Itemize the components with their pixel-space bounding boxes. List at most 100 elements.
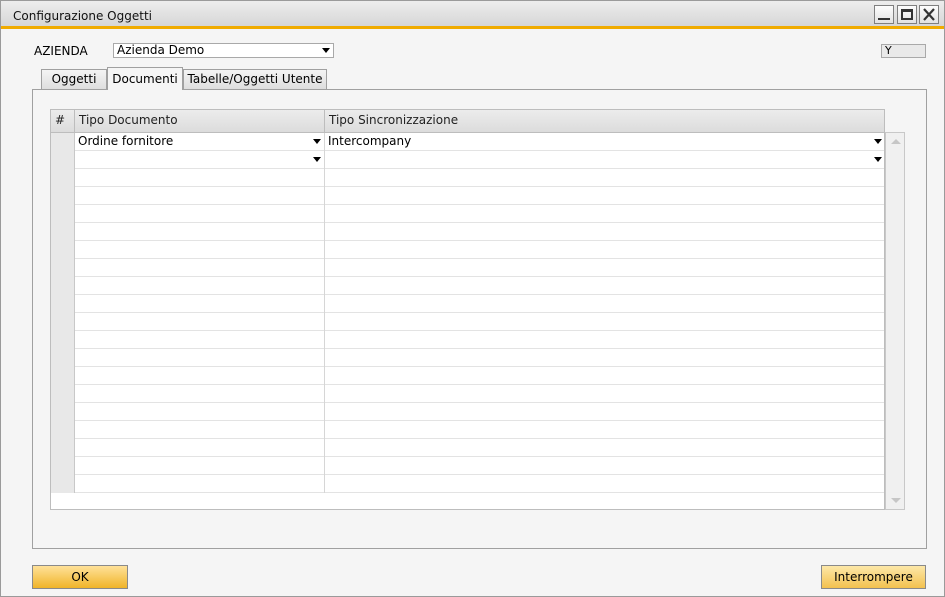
row-selector[interactable] <box>51 133 75 151</box>
scroll-up-icon[interactable] <box>891 139 901 144</box>
tipo-sincronizzazione-cell[interactable] <box>325 349 884 367</box>
table-row[interactable] <box>51 367 884 385</box>
tipo-documento-cell[interactable] <box>75 457 325 475</box>
row-selector[interactable] <box>51 259 75 277</box>
tab-tabelle-oggetti-utente[interactable]: Tabelle/Oggetti Utente <box>183 69 327 89</box>
scroll-down-icon[interactable] <box>891 498 901 503</box>
tipo-sincronizzazione-cell[interactable] <box>325 169 884 187</box>
tipo-documento-cell[interactable]: Ordine fornitore <box>75 133 325 151</box>
title-bar[interactable]: Configurazione Oggetti <box>1 1 944 29</box>
chevron-down-icon[interactable] <box>313 139 321 144</box>
table-row[interactable] <box>51 241 884 259</box>
tipo-sincronizzazione-cell[interactable] <box>325 187 884 205</box>
table-row[interactable]: Ordine fornitore Intercompany <box>51 133 884 151</box>
minimize-button[interactable] <box>874 5 894 24</box>
table-row[interactable] <box>51 277 884 295</box>
tab-documenti[interactable]: Documenti <box>107 67 183 90</box>
row-selector[interactable] <box>51 223 75 241</box>
table-row[interactable] <box>51 169 884 187</box>
table-row[interactable] <box>51 475 884 493</box>
row-selector[interactable] <box>51 439 75 457</box>
row-selector[interactable] <box>51 241 75 259</box>
row-selector[interactable] <box>51 385 75 403</box>
tipo-sincronizzazione-cell[interactable]: Intercompany <box>325 133 884 151</box>
table-row[interactable] <box>51 457 884 475</box>
tipo-sincronizzazione-cell[interactable] <box>325 457 884 475</box>
column-header-number[interactable]: # <box>51 110 75 133</box>
flag-field[interactable]: Y <box>881 44 926 58</box>
tab-oggetti[interactable]: Oggetti <box>41 69 107 89</box>
tipo-documento-cell[interactable] <box>75 367 325 385</box>
row-selector[interactable] <box>51 277 75 295</box>
tipo-sincronizzazione-cell[interactable] <box>325 151 884 169</box>
row-selector[interactable] <box>51 331 75 349</box>
tipo-documento-cell[interactable] <box>75 403 325 421</box>
tipo-documento-cell[interactable] <box>75 295 325 313</box>
cancel-button[interactable]: Interrompere <box>821 565 926 589</box>
row-selector[interactable] <box>51 205 75 223</box>
table-row[interactable] <box>51 223 884 241</box>
maximize-button[interactable] <box>897 5 917 24</box>
tipo-documento-cell[interactable] <box>75 421 325 439</box>
chevron-down-icon[interactable] <box>874 139 882 144</box>
row-selector[interactable] <box>51 367 75 385</box>
row-selector[interactable] <box>51 295 75 313</box>
tipo-documento-cell[interactable] <box>75 187 325 205</box>
tipo-sincronizzazione-cell[interactable] <box>325 205 884 223</box>
table-row[interactable] <box>51 259 884 277</box>
tipo-documento-cell[interactable] <box>75 169 325 187</box>
ok-button[interactable]: OK <box>32 565 128 589</box>
tipo-documento-cell[interactable] <box>75 439 325 457</box>
table-row[interactable] <box>51 385 884 403</box>
tipo-documento-cell[interactable] <box>75 313 325 331</box>
tipo-documento-cell[interactable] <box>75 331 325 349</box>
tipo-sincronizzazione-cell[interactable] <box>325 385 884 403</box>
tipo-sincronizzazione-cell[interactable] <box>325 367 884 385</box>
row-selector[interactable] <box>51 313 75 331</box>
tipo-sincronizzazione-cell[interactable] <box>325 223 884 241</box>
tipo-documento-cell[interactable] <box>75 349 325 367</box>
row-selector[interactable] <box>51 403 75 421</box>
table-row[interactable] <box>51 439 884 457</box>
column-header-tipo-sincronizzazione[interactable]: Tipo Sincronizzazione <box>325 110 884 133</box>
tipo-documento-cell[interactable] <box>75 151 325 169</box>
row-selector[interactable] <box>51 187 75 205</box>
table-row[interactable] <box>51 313 884 331</box>
tipo-documento-cell[interactable] <box>75 475 325 493</box>
tipo-sincronizzazione-cell[interactable] <box>325 331 884 349</box>
chevron-down-icon[interactable] <box>313 157 321 162</box>
tipo-documento-cell[interactable] <box>75 205 325 223</box>
tipo-documento-cell[interactable] <box>75 223 325 241</box>
tipo-sincronizzazione-cell[interactable] <box>325 439 884 457</box>
tipo-sincronizzazione-cell[interactable] <box>325 403 884 421</box>
chevron-down-icon[interactable] <box>874 157 882 162</box>
tipo-sincronizzazione-cell[interactable] <box>325 277 884 295</box>
table-row[interactable] <box>51 205 884 223</box>
table-row[interactable] <box>51 151 884 169</box>
tipo-documento-cell[interactable] <box>75 277 325 295</box>
tipo-documento-cell[interactable] <box>75 259 325 277</box>
row-selector[interactable] <box>51 457 75 475</box>
row-selector[interactable] <box>51 151 75 169</box>
table-row[interactable] <box>51 403 884 421</box>
table-row[interactable] <box>51 331 884 349</box>
tipo-sincronizzazione-cell[interactable] <box>325 259 884 277</box>
table-row[interactable] <box>51 295 884 313</box>
table-row[interactable] <box>51 187 884 205</box>
vertical-scrollbar[interactable] <box>885 132 905 510</box>
column-header-tipo-documento[interactable]: Tipo Documento <box>75 110 325 133</box>
tipo-documento-cell[interactable] <box>75 241 325 259</box>
tipo-sincronizzazione-cell[interactable] <box>325 241 884 259</box>
row-selector[interactable] <box>51 475 75 493</box>
azienda-select[interactable]: Azienda Demo <box>113 43 334 58</box>
close-button[interactable] <box>919 5 939 24</box>
tipo-sincronizzazione-cell[interactable] <box>325 475 884 493</box>
tipo-documento-cell[interactable] <box>75 385 325 403</box>
row-selector[interactable] <box>51 421 75 439</box>
row-selector[interactable] <box>51 169 75 187</box>
tipo-sincronizzazione-cell[interactable] <box>325 295 884 313</box>
tipo-sincronizzazione-cell[interactable] <box>325 313 884 331</box>
tipo-sincronizzazione-cell[interactable] <box>325 421 884 439</box>
table-row[interactable] <box>51 349 884 367</box>
row-selector[interactable] <box>51 349 75 367</box>
